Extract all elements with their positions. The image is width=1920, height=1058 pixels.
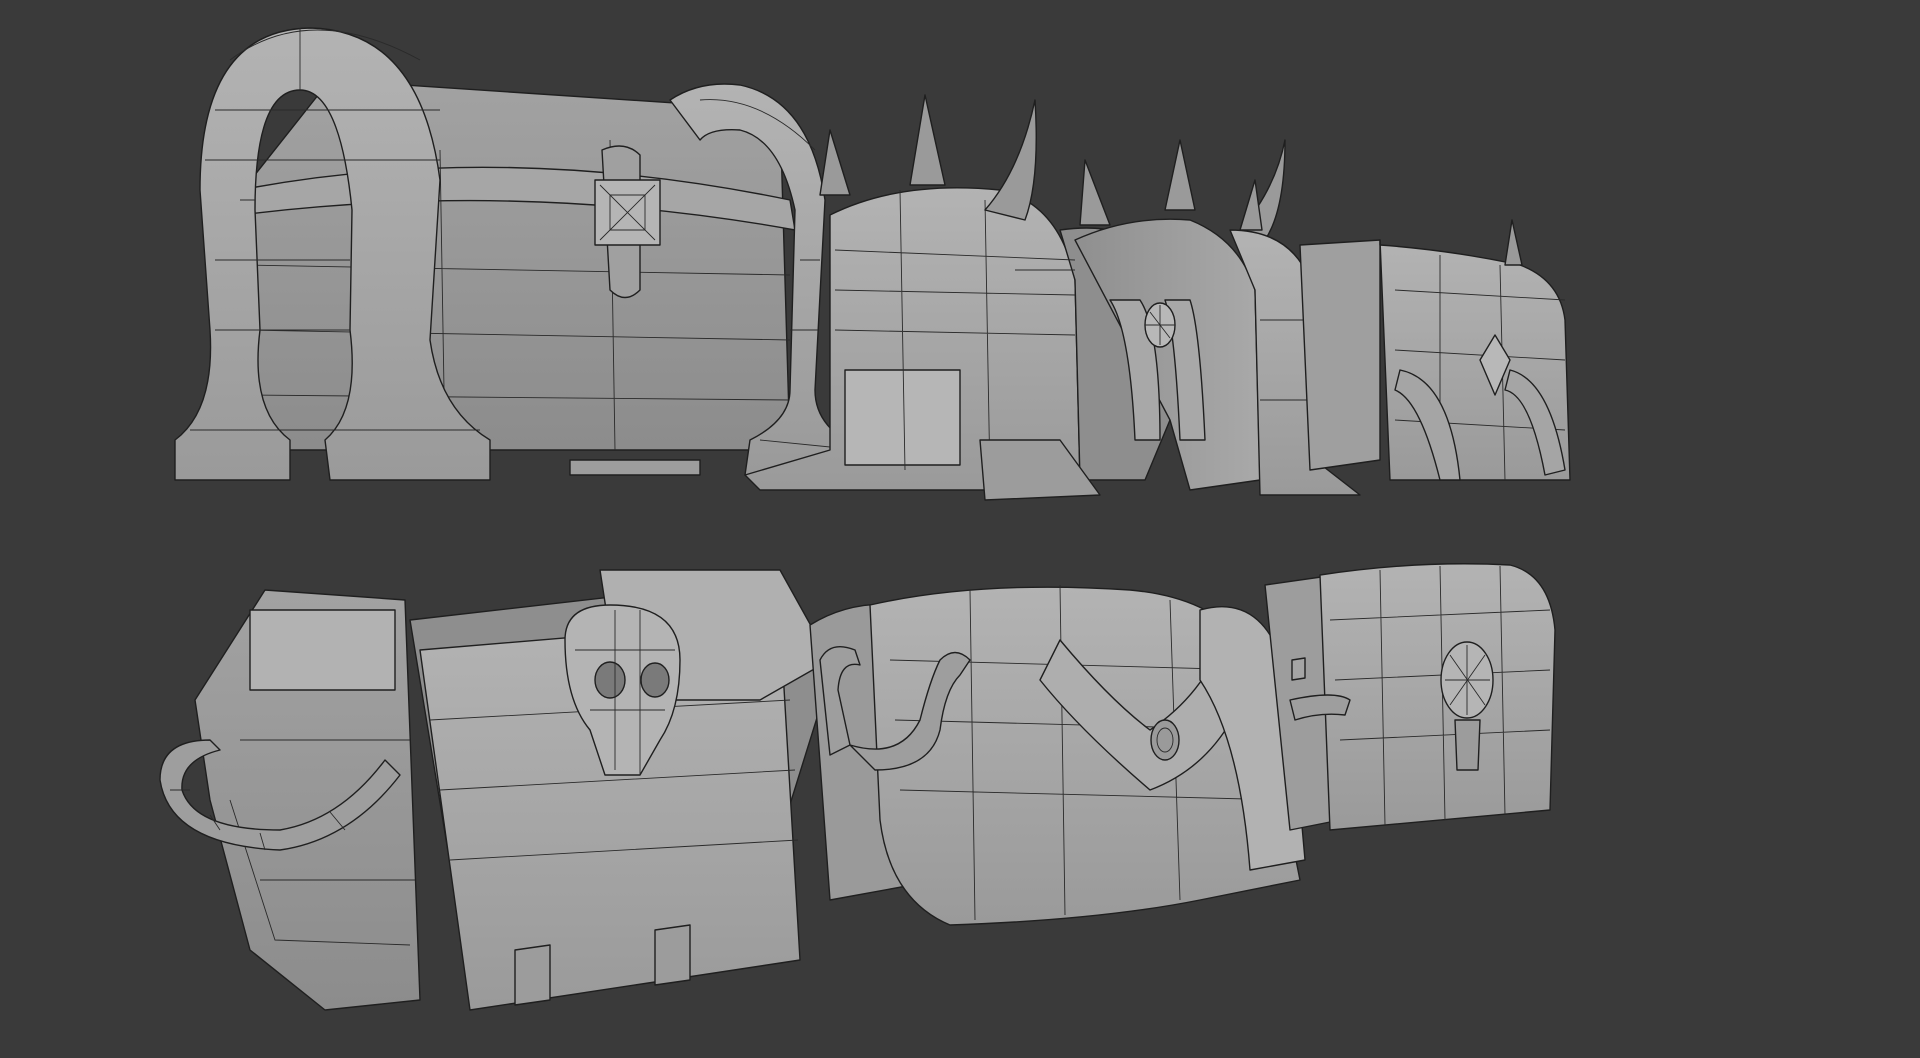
arched-chest[interactable] <box>174 27 871 481</box>
spiked-chest[interactable] <box>744 94 1361 501</box>
small-lock-chest[interactable] <box>1264 563 1556 831</box>
handled-chest[interactable] <box>809 584 1306 926</box>
skull-chest[interactable] <box>159 569 836 1011</box>
3d-viewport[interactable] <box>0 0 1920 1058</box>
scene-canvas <box>159 27 1571 1011</box>
ornate-chest[interactable] <box>1299 219 1571 481</box>
